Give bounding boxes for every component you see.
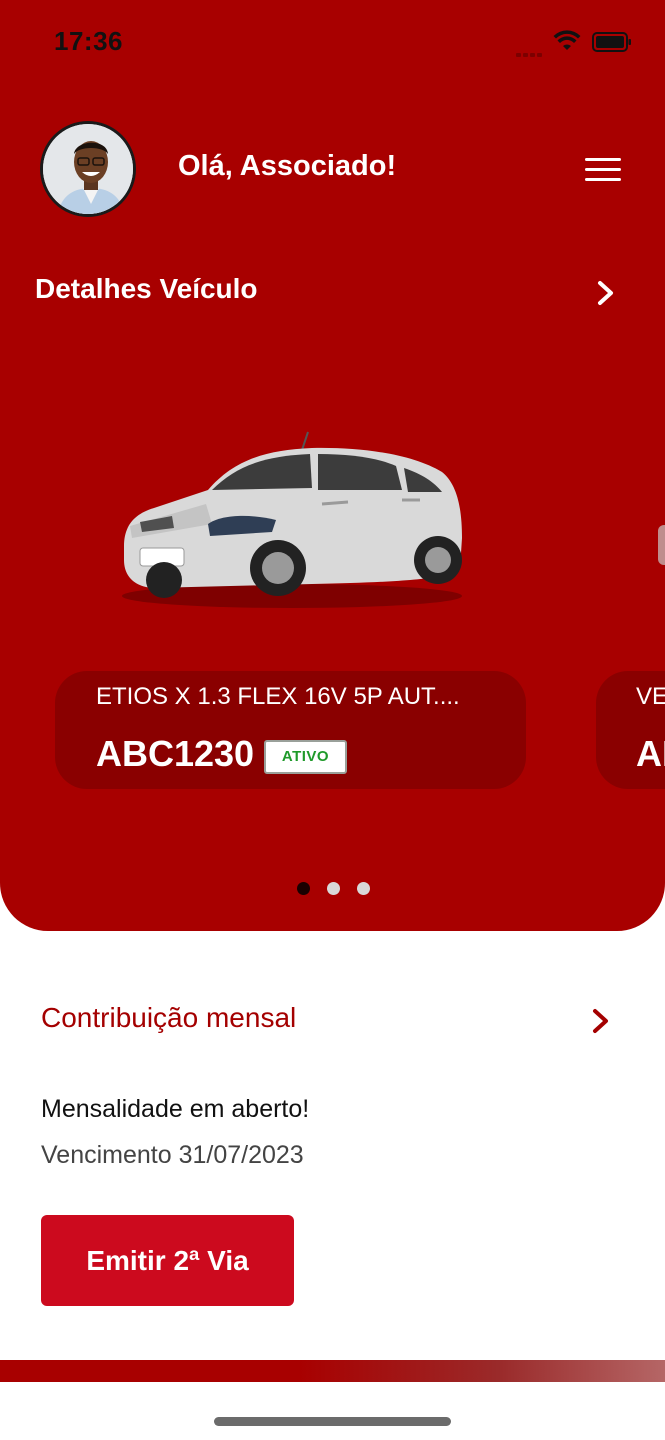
vehicle-card[interactable]: ETIOS X 1.3 FLEX 16V 5P AUT.... ABC1230 … [55,671,526,789]
vehicle-plate: ABC1230 [96,733,255,774]
bottom-accent-bar [0,1360,665,1382]
home-indicator[interactable] [214,1417,451,1426]
signal-icon [516,44,544,62]
next-car-image [658,525,665,565]
status-badge: ATIVO [264,740,347,774]
contribution-title[interactable]: Contribuição mensal [41,1002,296,1034]
vehicle-model: ETIOS X 1.3 FLEX 16V 5P AUT.... [96,683,460,710]
vehicle-details-title[interactable]: Detalhes Veículo [35,273,258,305]
wifi-icon [553,30,581,50]
avatar-photo [43,124,133,214]
chevron-right-icon[interactable] [589,1006,613,1036]
hero-panel: 17:36 Olá, Associado! Detalhes Veículo E… [0,0,665,931]
pager-dot[interactable] [297,882,310,895]
car-image [122,431,462,608]
battery-icon [592,32,631,52]
greeting-title: Olá, Associado! [178,150,397,182]
vehicle-card[interactable]: VE AI [596,671,665,789]
vehicle-plate: AI [636,733,665,774]
pager-dot[interactable] [357,882,370,895]
status-time: 17:36 [54,26,123,56]
chevron-right-icon[interactable] [592,278,620,308]
avatar[interactable] [40,121,136,217]
menu-button[interactable] [580,152,626,186]
payment-status-text: Mensalidade em aberto! [41,1095,310,1123]
vehicle-model: VE [636,683,665,710]
emit-invoice-button[interactable]: Emitir 2ª Via [41,1215,294,1306]
due-date-text: Vencimento 31/07/2023 [41,1141,304,1169]
app-screen: 17:36 Olá, Associado! Detalhes Veículo E… [0,0,665,1440]
pager-dot[interactable] [327,882,340,895]
